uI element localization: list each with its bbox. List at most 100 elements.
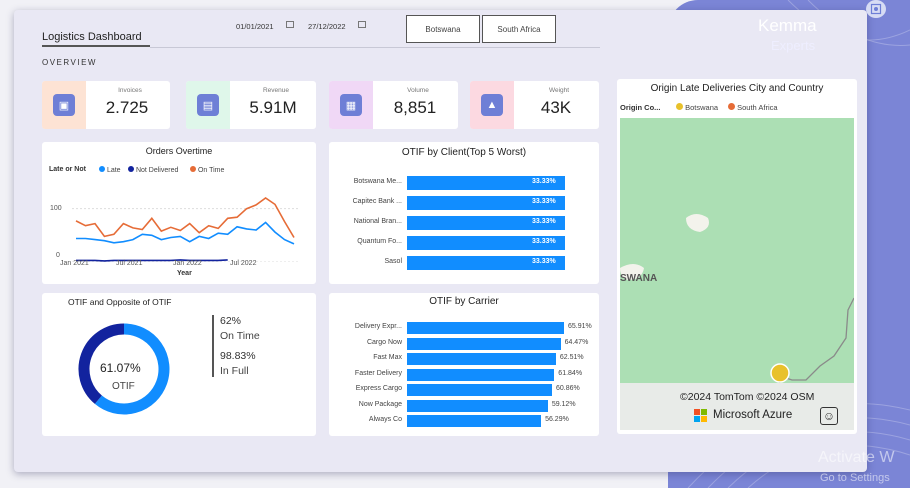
legend-late: Late (99, 166, 121, 174)
bar[interactable] (407, 337, 561, 350)
bar-value-label: 64.47% (564, 338, 589, 346)
map-legend-south-africa: South Africa (728, 103, 778, 112)
bar-category-label: Now Package (358, 400, 402, 408)
legend-dot (99, 166, 105, 172)
bar-value-label: 56.29% (545, 416, 569, 423)
bar-value-label: 33.33% (532, 218, 556, 225)
invoice-icon: ▣ (53, 94, 75, 116)
y-tick: 0 (56, 252, 60, 259)
page-title-underline (42, 45, 150, 47)
stat-in-full-label: In Full (220, 365, 249, 377)
kpi-label: Revenue (262, 87, 290, 94)
section-label: OVERVIEW (42, 58, 97, 67)
botswana-bubble[interactable] (770, 363, 790, 383)
bar-value-label: 33.33% (532, 258, 556, 265)
feedback-smiley-icon[interactable]: ☺ (820, 407, 838, 425)
x-axis-label: Year (177, 270, 192, 277)
donut-value: 61.07% (100, 361, 141, 375)
bar-category-label: Fast Max (373, 354, 402, 361)
microsoft-logo-icon (694, 409, 708, 423)
kpi-value: 5.91M (249, 98, 297, 117)
kpi-card-weight: ▲ Weight 43K (470, 81, 599, 129)
legend-not-delivered: Not Delivered (128, 166, 178, 174)
map-card: Origin Late Deliveries City and Country … (617, 79, 857, 434)
bar-value-label: 33.33% (532, 178, 556, 185)
kpi-card-revenue: ▤ Revenue 5.91M (186, 81, 316, 129)
page-title: Logistics Dashboard (42, 31, 142, 43)
weight-icon: ▲ (481, 94, 503, 116)
kpi-value: 2.725 (105, 98, 149, 117)
activation-watermark: Activate W (818, 449, 895, 466)
filter-botswana-button[interactable]: Botswana (406, 15, 480, 43)
calendar-icon[interactable] (286, 21, 294, 28)
map-legend-title: Origin Co... (620, 103, 661, 112)
orders-overtime-card: Orders Overtime Late or Not Late Not Del… (42, 142, 316, 284)
bar[interactable] (407, 322, 564, 334)
legend-label: Botswana (685, 103, 719, 112)
filter-south-africa-button[interactable]: South Africa (482, 15, 556, 43)
legend-dot (676, 103, 683, 110)
activation-watermark-sub: Go to Settings (820, 472, 890, 484)
kpi-value: 8,851 (393, 98, 437, 117)
bar[interactable] (407, 368, 555, 381)
bar-category-label: Always Co (368, 416, 402, 423)
map-canvas[interactable]: SWANA ©2024 TomTom ©2024 OSM Microsoft A… (620, 118, 854, 430)
bar[interactable] (407, 415, 542, 427)
salt-pan-shape (686, 214, 709, 232)
x-tick: Jul 2022 (230, 260, 257, 267)
otif-carrier-card: OTIF by Carrier Delivery Expr... 65.91% Ca… (329, 293, 599, 436)
bar[interactable] (407, 399, 548, 412)
stats-divider (212, 315, 214, 377)
brand-name: Kemma (758, 16, 817, 35)
bar[interactable] (407, 384, 552, 396)
bar[interactable] (407, 353, 556, 365)
legend-dot (128, 166, 134, 172)
bar-value-label: 59.12% (551, 400, 576, 408)
boxes-icon: ▦ (340, 94, 362, 116)
bar-value-label: 62.51% (559, 354, 584, 361)
bar-category-label: Delivery Expr... (354, 323, 402, 330)
kpi-label: Volume (407, 87, 429, 94)
focus-mode-icon[interactable] (866, 0, 886, 18)
date-end[interactable]: 27/12/2022 (308, 22, 346, 31)
bar-value-label: 61.84% (558, 369, 583, 377)
stat-in-full-value: 98.83% (220, 350, 256, 362)
series-line-on-time (75, 197, 295, 238)
bar-category-label: Faster Delivery (354, 369, 402, 377)
kpi-label: Invoices (118, 87, 142, 94)
legend-on-time: On Time (190, 166, 224, 174)
cash-register-icon: ▤ (197, 94, 219, 116)
legend-dot (728, 103, 735, 110)
chart-title: Orders Overtime (145, 146, 213, 156)
bar-value-label: 33.33% (532, 238, 556, 245)
kpi-card-invoices: ▣ Invoices 2.725 (42, 81, 170, 129)
map-legend-botswana: Botswana (676, 103, 718, 112)
x-tick: Jul 2021 (116, 260, 143, 267)
calendar-icon[interactable] (358, 21, 366, 28)
bar-value-label: 65.91% (568, 323, 592, 330)
bar-category-label: Capitec Bank ... (352, 198, 402, 205)
bar-category-label: National Bran... (353, 218, 402, 225)
x-tick: Jan 2021 (60, 260, 89, 267)
series-line-late (76, 221, 295, 245)
orders-line-chart (72, 197, 298, 262)
legend-label: South Africa (737, 103, 778, 112)
bar-value-label: 60.86% (555, 385, 580, 392)
map-region-label: SWANA (620, 273, 658, 284)
kpi-value: 43K (540, 98, 572, 117)
bar-category-label: Botswana Me... (353, 178, 402, 185)
y-tick: 100 (50, 205, 62, 212)
legend-dot (190, 166, 196, 172)
map-provider: Microsoft Azure (713, 409, 793, 421)
stat-on-time-value: 62% (220, 315, 242, 327)
border-line (779, 297, 854, 381)
legend-label: Late (106, 167, 121, 174)
legend-title: Late or Not (49, 166, 86, 173)
donut-label: OTIF (112, 381, 135, 392)
bar-category-label: Express Cargo (355, 385, 402, 392)
legend-label: Not Delivered (135, 167, 179, 174)
date-start[interactable]: 01/01/2021 (236, 22, 274, 31)
legend-label: On Time (197, 167, 225, 174)
client-bars: Botswana Me... 33.33% Capitec Bank ... 33.3… (329, 142, 599, 284)
bar-category-label: Sasol (384, 258, 402, 265)
